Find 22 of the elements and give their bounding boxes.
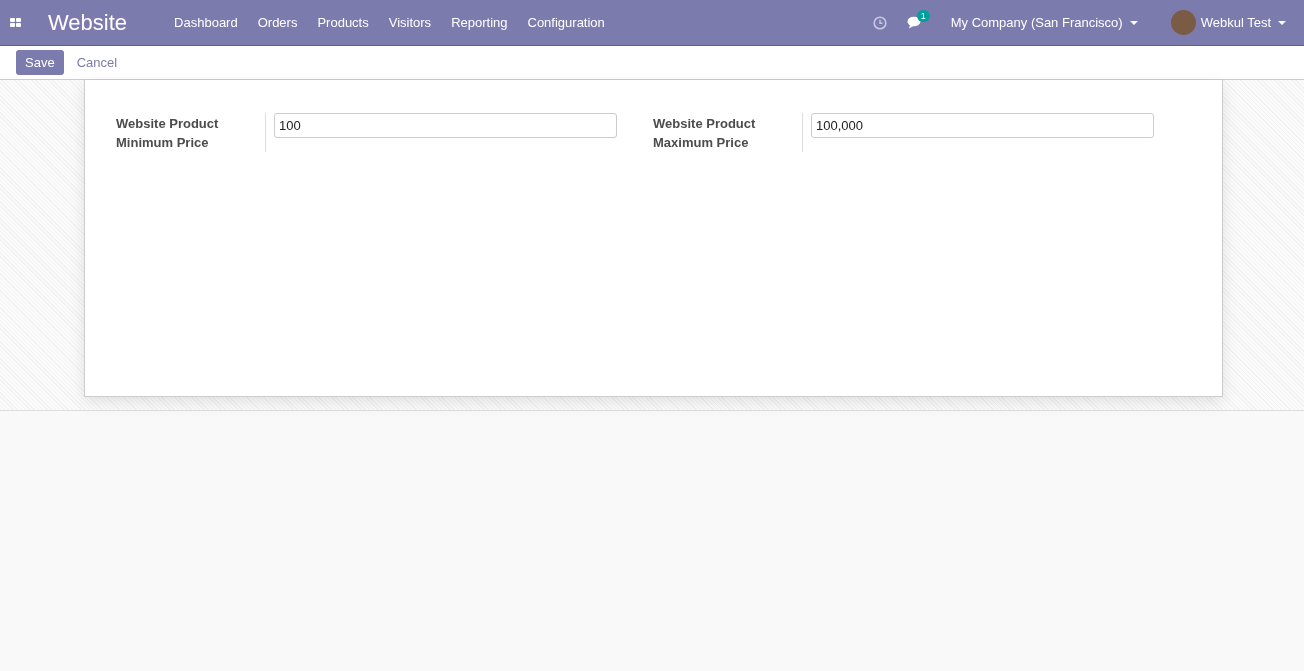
input-field[interactable]: 100 [274, 113, 617, 138]
menu-item[interactable]: Products [317, 15, 369, 30]
input-field[interactable]: 100,000 [811, 113, 1154, 138]
save-button[interactable]: Save [16, 50, 64, 75]
app-title: Website [48, 9, 128, 36]
caret-icon [1278, 20, 1286, 25]
user-menu[interactable]: Webkul Test [1162, 10, 1294, 35]
avatar-icon [1170, 10, 1196, 35]
company-switcher[interactable]: My Company (San Francisco) [942, 15, 1146, 30]
message-count-badge: 1 [916, 10, 930, 22]
field-label: Website Product Maximum Price [653, 113, 803, 152]
cancel-button[interactable]: Cancel [67, 50, 127, 75]
clock-icon[interactable] [872, 15, 887, 30]
field-label: Website Product Minimum Price [116, 113, 266, 152]
chat-icon[interactable] [906, 16, 923, 29]
menu-item[interactable]: Reporting [451, 15, 508, 30]
menu-item[interactable]: Configuration [527, 15, 605, 30]
menu-item[interactable]: Dashboard [174, 15, 238, 30]
apps-grid-icon[interactable] [10, 16, 22, 29]
caret-icon [1129, 20, 1138, 25]
menu-item[interactable]: Orders [257, 15, 298, 30]
menu-item[interactable]: Visitors [388, 15, 432, 30]
